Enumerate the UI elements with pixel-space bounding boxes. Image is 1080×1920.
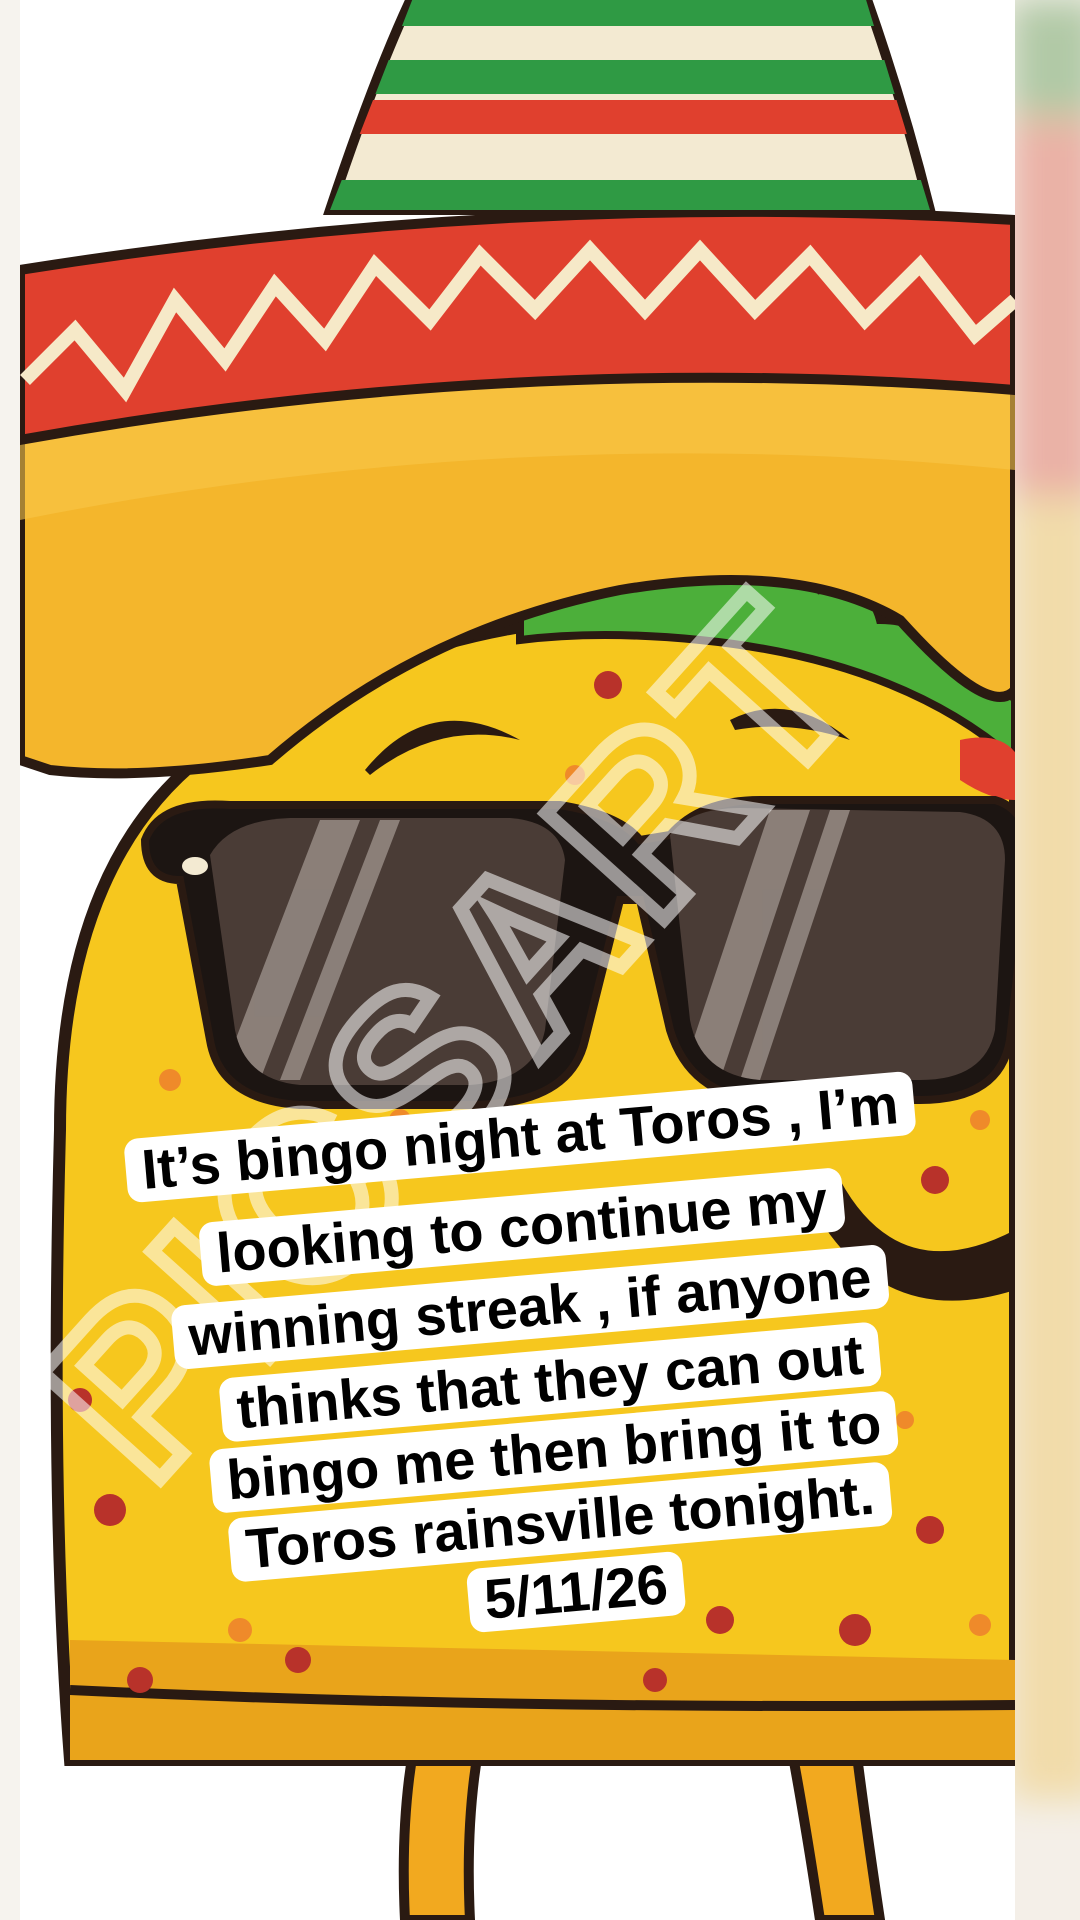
story-frame: PICSART It’s bingo night at Toros , I’m … [0, 0, 1080, 1920]
taco-mascot-icon: PICSART [0, 0, 1080, 1920]
left-leg [398, 1735, 487, 1920]
